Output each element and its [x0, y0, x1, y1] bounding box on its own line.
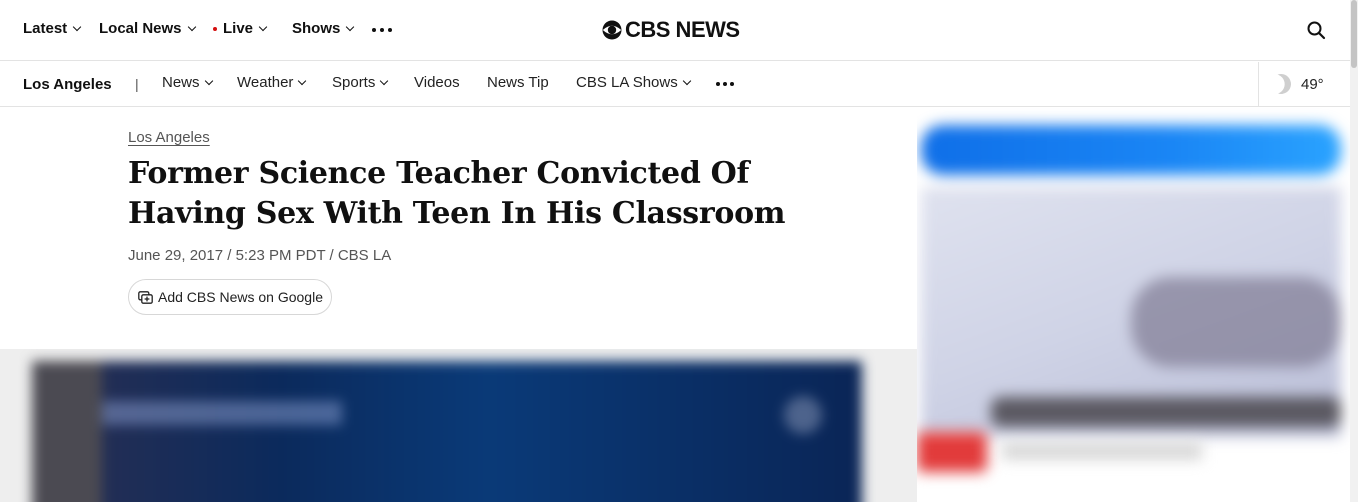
nav-latest-label: Latest	[23, 20, 68, 37]
subnav-item-cbs-la-shows[interactable]: CBS LA Shows	[576, 74, 691, 91]
nav-latest[interactable]: Latest	[23, 20, 82, 37]
top-navigation: Latest Local News Live Shows CBS NEWS	[0, 0, 1350, 61]
ad-cta-button[interactable]	[917, 432, 987, 472]
search-icon[interactable]	[1306, 20, 1326, 40]
scrollbar-thumb[interactable]	[1351, 0, 1357, 68]
weather-temperature: 49°	[1301, 75, 1324, 93]
subnav-item-news-tip[interactable]: News Tip	[487, 74, 549, 91]
subnav-item-weather[interactable]: Weather	[237, 74, 307, 91]
cbs-news-logo[interactable]: CBS NEWS	[602, 17, 740, 43]
nav-shows-label: Shows	[292, 20, 341, 37]
logo-text: CBS NEWS	[625, 17, 740, 42]
add-on-google-button[interactable]: Add CBS News on Google	[128, 279, 332, 315]
city-link[interactable]: Los Angeles	[23, 76, 112, 93]
play-icon	[784, 396, 822, 434]
live-dot-icon	[213, 26, 217, 31]
weather-widget[interactable]: 49°	[1258, 62, 1350, 106]
chevron-down-icon	[72, 22, 82, 32]
subnav-item-label: Videos	[414, 74, 460, 91]
chevron-down-icon	[380, 76, 389, 86]
add-on-google-label: Add CBS News on Google	[158, 289, 323, 305]
subnav-item-label: CBS LA Shows	[576, 74, 678, 91]
subnav-item-label: Sports	[332, 74, 376, 91]
section-kicker-link[interactable]: Los Angeles	[128, 129, 210, 146]
add-source-icon	[138, 290, 153, 304]
moon-icon	[1268, 71, 1294, 97]
advertisement[interactable]	[917, 107, 1350, 502]
ad-creative	[921, 125, 1341, 445]
ad-caption	[1002, 442, 1202, 460]
local-navigation: Los Angeles | News Weather Sports Videos…	[0, 62, 1350, 107]
video-player[interactable]	[0, 349, 938, 502]
subnav-item-label: News Tip	[487, 74, 549, 91]
subnav-item-videos[interactable]: Videos	[414, 74, 460, 91]
article-byline: June 29, 2017 / 5:23 PM PDT / CBS LA	[128, 247, 392, 264]
nav-local-news-label: Local News	[99, 20, 182, 37]
video-thumbnail	[32, 361, 862, 502]
nav-shows[interactable]: Shows	[292, 20, 355, 37]
subnav-item-label: Weather	[237, 74, 294, 91]
nav-live[interactable]: Live	[213, 20, 268, 37]
subnav-more-icon[interactable]	[716, 82, 734, 86]
nav-local-news[interactable]: Local News	[99, 20, 196, 37]
page-scrollbar[interactable]	[1350, 0, 1358, 502]
subnav-item-news[interactable]: News	[162, 74, 213, 91]
nav-live-label: Live	[223, 20, 254, 37]
chevron-down-icon	[298, 76, 307, 86]
subnav-item-label: News	[162, 74, 200, 91]
nav-separator: |	[135, 76, 139, 92]
chevron-down-icon	[682, 76, 691, 86]
chevron-down-icon	[346, 22, 355, 32]
article-headline: Former Science Teacher Convicted Of Havi…	[128, 156, 786, 231]
chevron-down-icon	[258, 22, 268, 32]
chevron-down-icon	[187, 22, 196, 32]
subnav-item-sports[interactable]: Sports	[332, 74, 389, 91]
cbs-eye-icon	[602, 20, 622, 40]
more-menu-icon[interactable]	[372, 28, 392, 32]
chevron-down-icon	[204, 76, 213, 86]
